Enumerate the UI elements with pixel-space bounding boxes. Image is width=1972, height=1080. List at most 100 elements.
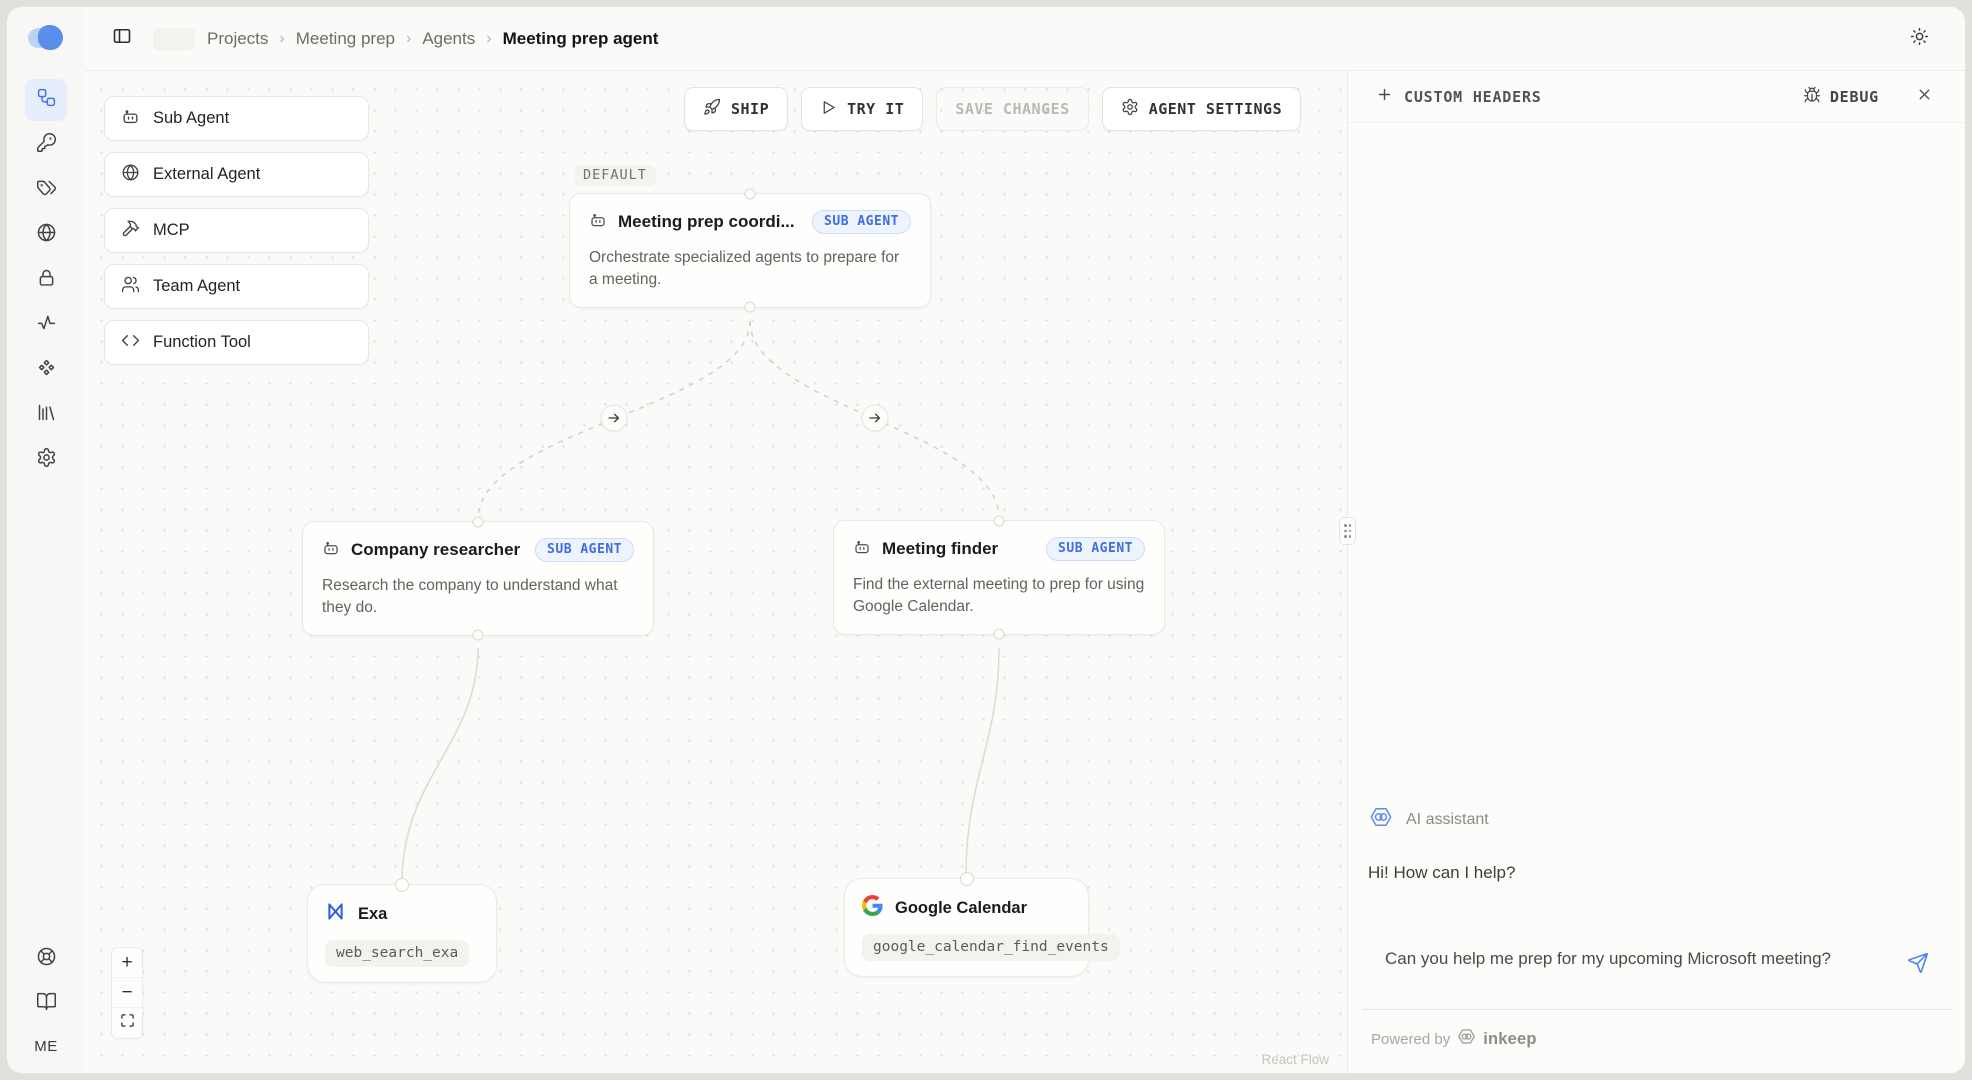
powered-by-row[interactable]: Powered by inkeep	[1348, 1010, 1965, 1073]
breadcrumb-agents[interactable]: Agents	[422, 29, 475, 49]
chat-input[interactable]: Can you help me prep for my upcoming Mic…	[1385, 946, 1865, 972]
save-changes-button-label: SAVE CHANGES	[955, 100, 1069, 118]
google-logo-icon	[862, 895, 883, 921]
bot-icon	[322, 539, 340, 562]
exa-logo-icon	[325, 901, 346, 927]
assistant-panel-body: AI assistant Hi! How can I help? Can you…	[1348, 123, 1965, 1073]
sub-agent-badge: SUB AGENT	[535, 538, 634, 562]
send-icon	[1907, 952, 1929, 979]
sidebar-toggle-button[interactable]	[105, 22, 139, 56]
sidebar-item-security[interactable]	[25, 259, 67, 301]
bug-icon	[1803, 86, 1821, 108]
sidebar-item-settings[interactable]	[25, 439, 67, 481]
node-title: Company researcher	[351, 540, 524, 560]
sidebar-item-docs[interactable]	[25, 983, 67, 1025]
icon-rail: ME	[7, 7, 85, 1073]
add-custom-headers-button[interactable]: CUSTOM HEADERS	[1376, 86, 1542, 107]
palette-item-label: External Agent	[153, 165, 260, 184]
debug-button[interactable]: DEBUG	[1803, 86, 1879, 108]
zoom-in-button[interactable]: +	[112, 948, 142, 978]
zoom-out-button[interactable]: −	[112, 978, 142, 1008]
assistant-panel: CUSTOM HEADERS DEBUG AI	[1347, 71, 1965, 1073]
inkeep-logo	[26, 23, 66, 53]
sidebar-item-help[interactable]	[25, 938, 67, 980]
edge-arrow-marker	[862, 405, 889, 432]
ship-button[interactable]: SHIP	[684, 87, 788, 131]
close-icon	[1916, 86, 1933, 107]
tags-icon	[36, 177, 57, 203]
theme-toggle-button[interactable]	[1901, 21, 1937, 57]
node-handle-bottom[interactable]	[473, 629, 484, 640]
sub-agent-badge: SUB AGENT	[812, 210, 911, 234]
node-handle-top[interactable]	[960, 872, 974, 886]
bot-icon	[589, 211, 607, 234]
close-panel-button[interactable]	[1909, 82, 1939, 112]
edge-arrow-marker	[601, 405, 628, 432]
react-flow-attribution[interactable]: React Flow	[1261, 1052, 1329, 1067]
bot-icon	[121, 107, 140, 131]
user-avatar[interactable]: ME	[34, 1038, 58, 1055]
palette-item-function-tool[interactable]: Function Tool	[104, 320, 369, 365]
code-icon	[121, 331, 140, 355]
workflow-icon	[36, 87, 57, 113]
key-icon	[36, 132, 57, 158]
users-icon	[121, 275, 140, 299]
powered-by-label: Powered by	[1371, 1031, 1450, 1048]
sidebar-item-credentials[interactable]	[25, 169, 67, 211]
send-message-button[interactable]	[1901, 948, 1935, 982]
palette-item-sub-agent[interactable]: Sub Agent	[104, 96, 369, 141]
breadcrumb-separator: ›	[406, 30, 411, 48]
sidebar-item-library[interactable]	[25, 394, 67, 436]
tool-id-tag: google_calendar_find_events	[862, 934, 1120, 961]
sun-icon	[1910, 27, 1929, 51]
assistant-header-row: AI assistant	[1348, 805, 1965, 834]
fit-view-button[interactable]	[112, 1008, 142, 1038]
node-meeting-prep-coordinator[interactable]: DEFAULT Meeting prep coordi... SUB AGENT…	[569, 193, 931, 308]
node-handle-top[interactable]	[745, 189, 756, 200]
library-icon	[36, 402, 57, 428]
rocket-icon	[703, 98, 721, 120]
node-exa-tool[interactable]: Exa web_search_exa	[307, 884, 497, 983]
palette-item-external-agent[interactable]: External Agent	[104, 152, 369, 197]
palette-item-mcp[interactable]: MCP	[104, 208, 369, 253]
app-frame: ME Projects › Meeting prep › Agents › Me…	[6, 6, 1966, 1074]
sidebar-item-activity[interactable]	[25, 304, 67, 346]
breadcrumb-projects[interactable]: Projects	[207, 29, 268, 49]
breadcrumb-separator: ›	[279, 30, 284, 48]
node-google-calendar-tool[interactable]: Google Calendar google_calendar_find_eve…	[844, 878, 1089, 977]
assistant-greeting: Hi! How can I help?	[1348, 863, 1965, 883]
node-palette: Sub Agent External Agent MCP Team Agent	[104, 96, 369, 365]
node-company-researcher[interactable]: Company researcher SUB AGENT Research th…	[302, 521, 654, 636]
agent-settings-button-label: AGENT SETTINGS	[1149, 100, 1282, 118]
save-changes-button[interactable]: SAVE CHANGES	[936, 87, 1088, 131]
globe-icon	[36, 222, 57, 248]
panel-left-icon	[112, 26, 132, 51]
node-handle-top[interactable]	[395, 878, 409, 892]
palette-item-team-agent[interactable]: Team Agent	[104, 264, 369, 309]
assistant-panel-header: CUSTOM HEADERS DEBUG	[1348, 71, 1965, 123]
sidebar-item-agents[interactable]	[25, 79, 67, 121]
lock-icon	[36, 267, 57, 293]
chat-input-container: Can you help me prep for my upcoming Mic…	[1362, 929, 1951, 1010]
node-meeting-finder[interactable]: Meeting finder SUB AGENT Find the extern…	[833, 520, 1165, 635]
plus-icon	[1376, 86, 1393, 107]
node-handle-top[interactable]	[994, 516, 1005, 527]
sidebar-item-components[interactable]	[25, 349, 67, 391]
palette-item-label: Team Agent	[153, 277, 240, 296]
globe-icon	[121, 163, 140, 187]
breadcrumb-project-name[interactable]: Meeting prep	[296, 29, 395, 49]
sidebar-item-external[interactable]	[25, 214, 67, 256]
node-handle-bottom[interactable]	[994, 628, 1005, 639]
node-description: Orchestrate specialized agents to prepar…	[589, 247, 911, 292]
try-it-button[interactable]: TRY IT	[801, 87, 923, 131]
inkeep-assistant-icon	[1369, 805, 1393, 834]
node-title: Meeting prep coordi...	[618, 212, 801, 232]
life-buoy-icon	[36, 946, 57, 972]
agent-settings-button[interactable]: AGENT SETTINGS	[1102, 87, 1301, 131]
panel-resize-handle[interactable]	[1339, 517, 1356, 545]
node-handle-top[interactable]	[473, 517, 484, 528]
sidebar-item-api-keys[interactable]	[25, 124, 67, 166]
node-title: Exa	[358, 905, 387, 924]
node-handle-bottom[interactable]	[745, 301, 756, 312]
flow-canvas[interactable]: Sub Agent External Agent MCP Team Agent	[85, 71, 1347, 1073]
